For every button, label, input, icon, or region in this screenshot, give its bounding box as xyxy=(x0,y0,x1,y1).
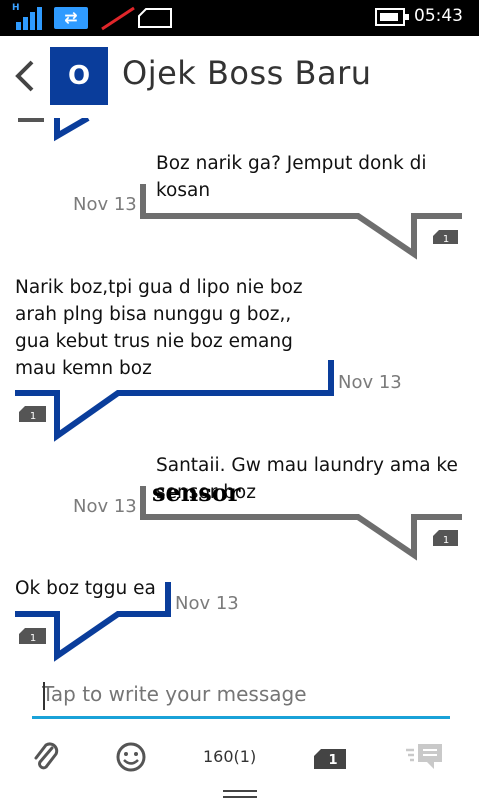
censor-overlay: sensor xyxy=(152,478,241,507)
message-date-4: Nov 13 xyxy=(175,593,239,614)
char-counter: 160(1) xyxy=(203,747,257,766)
sim-number: 1 xyxy=(328,753,337,768)
clock: 05:43 xyxy=(414,6,463,26)
data-transfer-icon: ⇄ xyxy=(54,7,88,29)
message-list[interactable]: 1 1 1 1 Boz narik ga? Jemput donk di kos… xyxy=(0,118,479,674)
svg-text:1: 1 xyxy=(30,633,36,644)
previous-message-tail xyxy=(18,118,90,142)
svg-text:1: 1 xyxy=(30,411,36,422)
message-text-1: Boz narik ga? Jemput donk di kosan xyxy=(156,153,427,201)
message-date-2: Nov 13 xyxy=(338,372,402,393)
text-cursor xyxy=(43,682,45,710)
message-date-3: Nov 13 xyxy=(73,496,137,517)
message-input[interactable] xyxy=(32,674,452,714)
status-bar: H ⇄ 05:43 xyxy=(0,0,479,36)
battery-icon xyxy=(375,8,409,26)
svg-text:1: 1 xyxy=(443,535,449,546)
menu-handle-icon[interactable] xyxy=(223,789,257,799)
back-icon[interactable] xyxy=(10,58,40,94)
message-text-4: Ok boz tggu ea xyxy=(15,578,156,599)
message-date-1: Nov 13 xyxy=(73,194,137,215)
bottom-toolbar: 160(1) 1 xyxy=(0,730,479,799)
no-sim-icon xyxy=(101,6,135,31)
emoji-icon[interactable] xyxy=(115,741,147,773)
svg-text:1: 1 xyxy=(443,234,449,245)
message-composer xyxy=(32,674,452,719)
conversation-header: O Ojek Boss Baru xyxy=(0,36,479,118)
sd-card-icon xyxy=(138,8,172,28)
send-icon[interactable] xyxy=(404,742,444,774)
sim-select-icon[interactable]: 1 xyxy=(313,748,347,770)
signal-icon xyxy=(16,6,48,30)
page-title: Ojek Boss Baru xyxy=(122,54,372,92)
message-text-2: Narik boz,tpi gua d lipo nie boz arah pl… xyxy=(15,277,303,379)
avatar[interactable]: O xyxy=(50,47,108,105)
attach-icon[interactable] xyxy=(32,740,62,774)
